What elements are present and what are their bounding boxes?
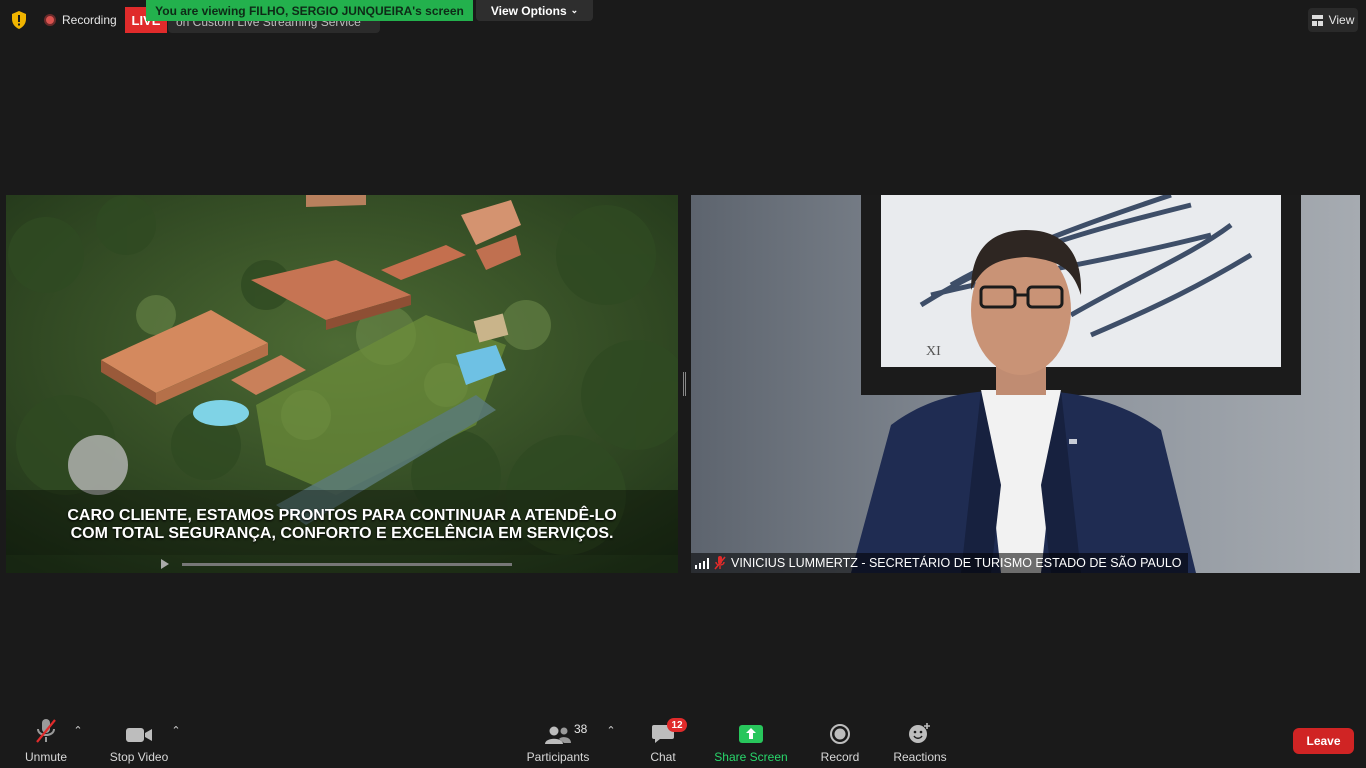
participants-count: 38 (574, 722, 588, 736)
share-screen-icon (739, 725, 763, 743)
participants-icon (545, 726, 571, 744)
microphone-muted-icon (36, 719, 56, 743)
participant-name: VINICIUS LUMMERTZ - SECRETÁRIO DE TURISM… (731, 556, 1182, 570)
chat-unread-badge: 12 (667, 718, 687, 732)
recording-indicator[interactable]: Recording (44, 12, 117, 28)
security-shield-icon[interactable] (11, 11, 27, 29)
record-icon (830, 724, 850, 744)
svg-text:XI: XI (926, 344, 941, 359)
media-controls-bar[interactable] (6, 555, 678, 573)
share-screen-button[interactable]: Share Screen (714, 718, 788, 764)
participant-name-tag: VINICIUS LUMMERTZ - SECRETÁRIO DE TURISM… (691, 553, 1188, 573)
grid-view-icon (1311, 14, 1323, 26)
chevron-down-icon: ⌄ (570, 5, 579, 15)
microphone-muted-icon (714, 556, 726, 570)
video-caption: CARO CLIENTE, ESTAMOS PRONTOS PARA CONTI… (6, 507, 678, 543)
reactions-button[interactable]: Reactions (892, 718, 948, 764)
chat-label: Chat (650, 750, 676, 764)
record-label: Record (820, 750, 860, 764)
split-resize-handle[interactable] (683, 372, 686, 396)
seek-bar[interactable] (182, 563, 512, 566)
stop-video-button[interactable]: Stop Video (104, 718, 174, 764)
unmute-label: Unmute (24, 750, 68, 764)
viewing-screen-banner: You are viewing FILHO, SERGIO JUNQUEIRA'… (146, 0, 473, 21)
unmute-button[interactable]: Unmute (18, 718, 74, 764)
view-options-button[interactable]: View Options ⌄ (476, 0, 593, 21)
caption-line-2: COM TOTAL SEGURANÇA, CONFORTO E EXCELÊNC… (70, 525, 614, 542)
leave-button[interactable]: Leave (1293, 728, 1354, 754)
participant-camera-image: XI (691, 195, 1360, 573)
audio-options-chevron-icon[interactable]: ⌃ (72, 724, 84, 738)
signal-strength-icon (695, 557, 709, 569)
stop-video-label: Stop Video (109, 750, 169, 764)
record-button[interactable]: Record (816, 718, 864, 764)
share-screen-label: Share Screen (714, 750, 788, 764)
participants-options-chevron-icon[interactable]: ⌃ (605, 724, 617, 738)
view-button[interactable]: View (1308, 8, 1358, 32)
caption-line-1: CARO CLIENTE, ESTAMOS PRONTOS PARA CONTI… (67, 507, 617, 524)
recording-label: Recording (62, 13, 117, 27)
play-icon[interactable] (160, 559, 170, 569)
video-options-chevron-icon[interactable]: ⌃ (170, 724, 182, 738)
recording-dot-icon (44, 14, 56, 26)
reactions-label: Reactions (893, 750, 947, 764)
shared-screen-video[interactable]: CARO CLIENTE, ESTAMOS PRONTOS PARA CONTI… (6, 195, 678, 573)
reactions-smiley-icon (909, 723, 930, 743)
participant-video[interactable]: XI VINICIUS LUMMERTZ - SECRETÁRIO DE TUR… (691, 195, 1360, 573)
video-camera-icon (126, 728, 152, 742)
participants-label: Participants (526, 750, 590, 764)
